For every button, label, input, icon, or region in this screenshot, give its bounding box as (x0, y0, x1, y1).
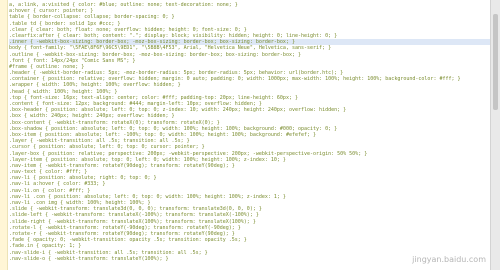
editor-gutter (0, 0, 8, 270)
code-editor[interactable]: a, a:link, a:visited { color: #blue; out… (0, 0, 491, 270)
scrollbar-thumb[interactable] (493, 14, 498, 110)
watermark-text: jingyan.baidu.com (412, 255, 486, 264)
code-area[interactable]: a, a:link, a:visited { color: #blue; out… (9, 2, 491, 262)
vertical-scrollbar[interactable] (490, 0, 500, 270)
